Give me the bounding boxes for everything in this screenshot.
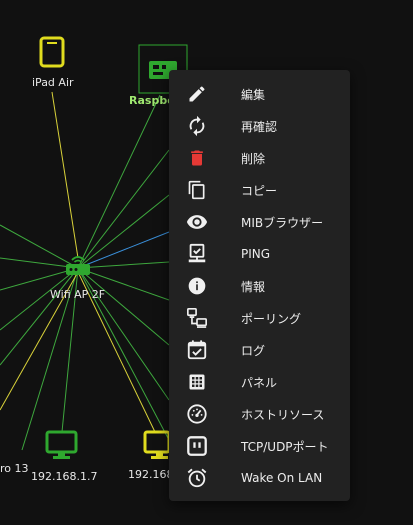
trash-icon [185,146,209,170]
menu-item-recheck[interactable]: 再確認 [169,110,350,142]
menu-label: TCP/UDPポート [241,439,329,454]
menu-label: 情報 [241,279,266,294]
gauge-icon [185,402,209,426]
panel-icon [185,370,209,394]
menu-label: 編集 [241,87,266,102]
menu-label: Wake On LAN [241,471,323,485]
info-icon [185,274,209,298]
ping-icon [185,242,209,266]
wifi-router-icon[interactable] [66,256,90,275]
menu-item-edit[interactable]: 編集 [169,78,350,110]
alarm-clock-icon [185,466,209,490]
menu-label: ログ [241,343,266,358]
menu-item-mib-browser[interactable]: MIBブラウザー [169,206,350,238]
node-label-raspberry: Raspbe [129,94,175,107]
monitor-icon[interactable] [45,430,78,459]
menu-label: PING [241,247,271,261]
menu-label: MIBブラウザー [241,215,324,230]
menu-item-tcp-udp-port[interactable]: TCP/UDPポート [169,430,350,462]
copy-icon [185,178,209,202]
monitor-icon[interactable] [143,430,171,459]
menu-label: ポーリング [241,311,302,326]
menu-item-polling[interactable]: ポーリング [169,302,350,334]
node-label-wifi: Wifi AP 2F [50,288,106,301]
node-label-ipad: iPad Air [32,76,74,89]
menu-item-log[interactable]: ログ [169,334,350,366]
eye-icon [185,210,209,234]
menu-label: 削除 [241,151,266,166]
context-menu: 編集 再確認 削除 コピー MIBブラウザー PING 情報 ポーリング ログ … [169,70,350,501]
menu-label: コピー [241,183,278,198]
menu-label: 再確認 [241,119,278,134]
refresh-icon [185,114,209,138]
menu-item-panel[interactable]: パネル [169,366,350,398]
port-icon [185,434,209,458]
log-icon [185,338,209,362]
node-label-pc2: 192.168 [128,468,174,481]
menu-item-host-resources[interactable]: ホストリソース [169,398,350,430]
menu-label: パネル [241,375,278,390]
pencil-icon [185,82,209,106]
polling-icon [185,306,209,330]
node-label-pc1: 192.168.1.7 [31,470,98,483]
menu-item-wake-on-lan[interactable]: Wake On LAN [169,462,350,494]
menu-item-copy[interactable]: コピー [169,174,350,206]
tablet-icon[interactable] [39,36,65,68]
menu-item-delete[interactable]: 削除 [169,142,350,174]
node-label-pro13: ro 13 [0,462,29,475]
menu-item-info[interactable]: 情報 [169,270,350,302]
menu-label: ホストリソース [241,407,325,422]
menu-item-ping[interactable]: PING [169,238,350,270]
